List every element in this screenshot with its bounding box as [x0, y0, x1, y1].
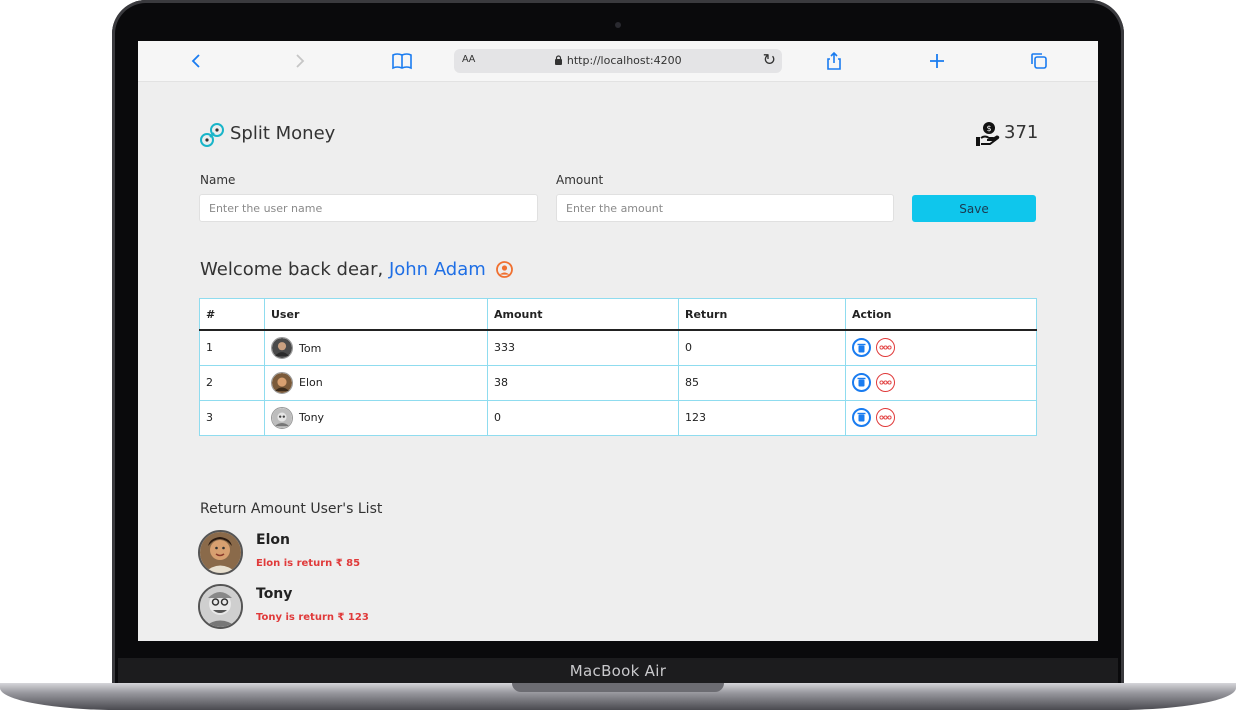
new-tab-icon[interactable]: [925, 49, 949, 73]
delete-icon[interactable]: [852, 338, 871, 357]
browser-toolbar: AA http://localhost:4200 ↻: [138, 41, 1098, 82]
header-action: Action: [845, 298, 1037, 331]
row-user-name: Elon: [299, 376, 323, 389]
return-list-title: Return Amount User's List: [200, 501, 383, 517]
row-amount: 333: [487, 329, 679, 366]
header-user: User: [264, 298, 488, 331]
delete-icon[interactable]: [852, 372, 871, 392]
row-return: 85: [678, 364, 846, 401]
row-actions: [845, 329, 1037, 366]
row-user-name: Tony: [299, 411, 325, 424]
lock-icon: [554, 54, 567, 67]
header-index: #: [199, 298, 265, 331]
welcome-greeting: Welcome back dear,: [200, 259, 384, 280]
address-bar[interactable]: AA http://localhost:4200 ↻: [454, 49, 782, 73]
reload-icon[interactable]: ↻: [763, 50, 776, 69]
row-user: Elon: [264, 364, 488, 401]
balance-value: 371: [1004, 122, 1039, 143]
row-amount: 0: [487, 399, 679, 436]
row-actions: [845, 364, 1037, 401]
forward-icon[interactable]: [287, 49, 311, 73]
row-index: 2: [199, 364, 265, 401]
avatar: [271, 406, 293, 429]
table-row: 3 Tony 0 123: [199, 399, 1037, 436]
return-note: Tony is return ₹ 123: [256, 612, 369, 623]
row-index: 1: [199, 329, 265, 366]
table-row: 1 Tom 333 0: [199, 329, 1037, 366]
row-index: 3: [199, 399, 265, 436]
row-return: 123: [678, 399, 846, 436]
money-hand-icon: $: [974, 121, 1000, 147]
app-title: Split Money: [230, 123, 336, 144]
avatar: [198, 584, 243, 629]
save-button[interactable]: Save: [912, 195, 1036, 222]
table-row: 2 Elon 38 85: [199, 364, 1037, 401]
back-icon[interactable]: [185, 49, 209, 73]
row-return: 0: [678, 329, 846, 366]
avatar: [198, 530, 243, 575]
name-input[interactable]: [199, 194, 538, 222]
header-amount: Amount: [487, 298, 679, 331]
svg-text:$: $: [986, 124, 991, 133]
more-options-icon[interactable]: [876, 338, 895, 357]
app-logo-icon: [198, 121, 226, 149]
return-note: Elon is return ₹ 85: [256, 558, 361, 569]
row-amount: 38: [487, 364, 679, 401]
row-user: Tony: [264, 399, 488, 436]
users-table: # User Amount Return Action 1 Tom 333 0: [199, 298, 1037, 436]
name-label: Name: [200, 173, 236, 187]
welcome-user-name[interactable]: John Adam: [389, 259, 486, 280]
return-user-name: Tony: [256, 586, 293, 602]
url-text[interactable]: http://localhost:4200: [454, 54, 782, 67]
avatar: [271, 337, 293, 359]
table-header-row: # User Amount Return Action: [199, 298, 1037, 331]
header-return: Return: [678, 298, 846, 331]
row-user: Tom: [264, 329, 488, 366]
amount-input[interactable]: [556, 194, 894, 222]
welcome-message: Welcome back dear, John Adam: [200, 259, 513, 280]
camera-icon: [615, 22, 621, 28]
device-brand-label: MacBook Air: [569, 662, 667, 680]
delete-icon[interactable]: [852, 407, 871, 427]
amount-label: Amount: [556, 173, 604, 187]
more-options-icon[interactable]: [876, 407, 895, 427]
tabs-icon[interactable]: [1027, 49, 1051, 73]
share-icon[interactable]: [822, 49, 846, 73]
screen: AA http://localhost:4200 ↻ Split Money $…: [138, 41, 1098, 641]
row-actions: [845, 399, 1037, 436]
row-user-name: Tom: [299, 341, 322, 355]
avatar: [271, 371, 293, 394]
laptop-notch: [512, 683, 724, 692]
more-options-icon[interactable]: [876, 372, 895, 392]
return-user-name: Elon: [256, 532, 290, 548]
bookmarks-icon[interactable]: [390, 49, 414, 73]
user-circle-icon: [495, 261, 513, 278]
url-value: http://localhost:4200: [566, 54, 682, 67]
